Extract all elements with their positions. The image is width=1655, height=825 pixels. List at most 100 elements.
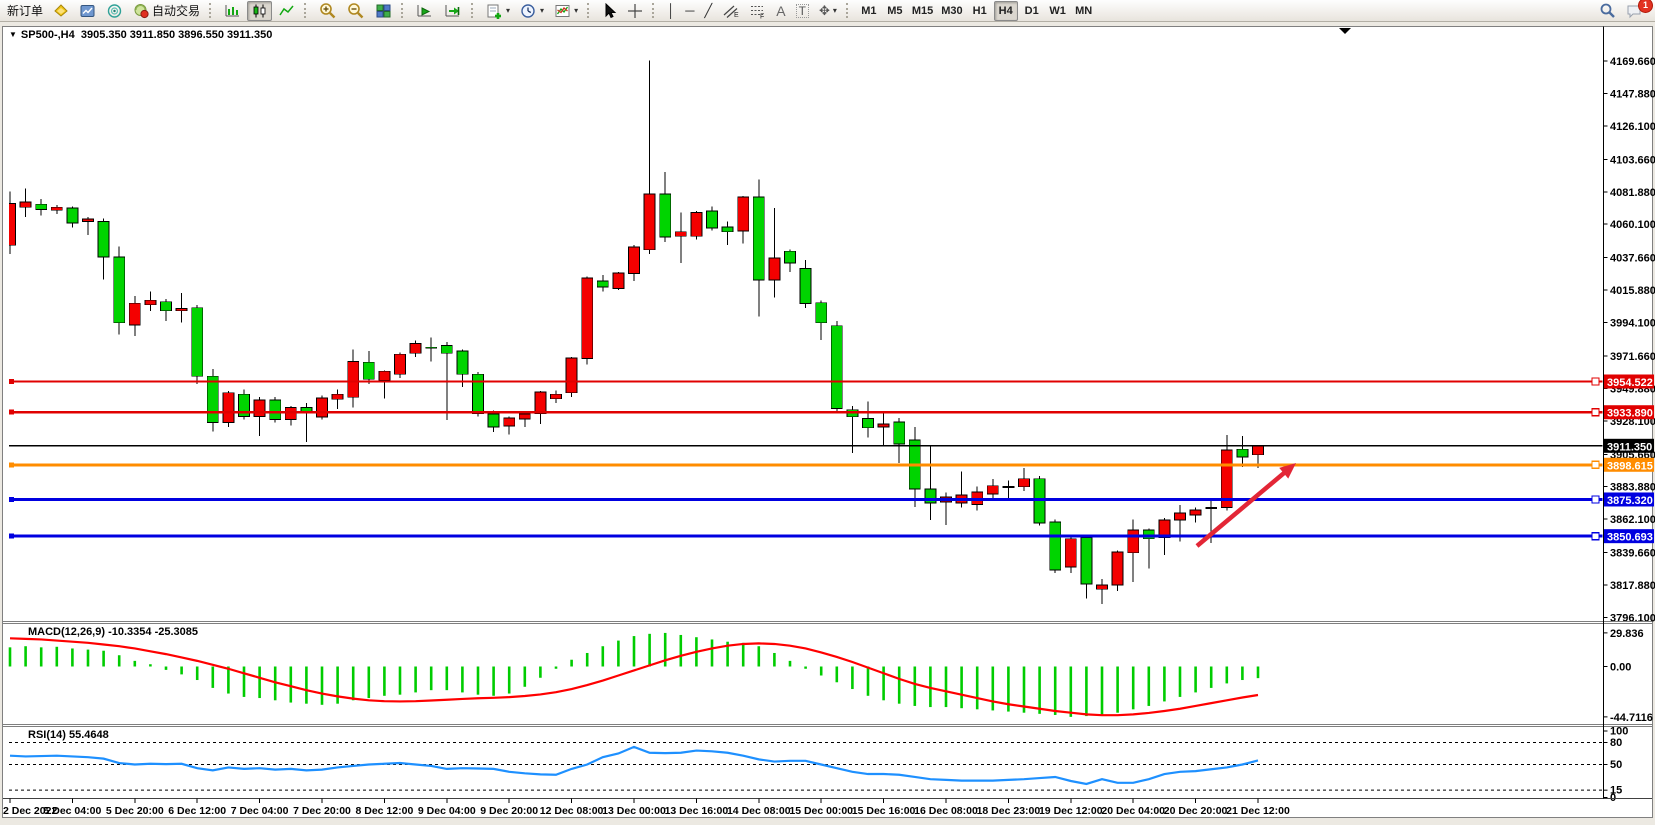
- timeframe-w1-button[interactable]: W1: [1046, 1, 1070, 21]
- candle-body: [1253, 446, 1264, 455]
- toolbar-grip: [209, 3, 215, 18]
- line-left-anchor[interactable]: [9, 534, 14, 539]
- notifications-button[interactable]: 1: [1622, 1, 1648, 21]
- collapse-arrow-icon[interactable]: ▼: [9, 30, 17, 39]
- auto-scroll-button[interactable]: [412, 1, 438, 21]
- candlestick-mode-button[interactable]: [247, 1, 272, 21]
- line-left-anchor[interactable]: [9, 379, 14, 384]
- timeframe-m5-button[interactable]: M5: [883, 1, 907, 21]
- candle-body: [675, 232, 686, 236]
- auto-trading-button[interactable]: 自动交易: [129, 1, 204, 21]
- candle-body: [629, 247, 640, 274]
- indicators-button[interactable]: ▾: [550, 1, 582, 21]
- bar-chart-mode-button[interactable]: [220, 1, 245, 21]
- svg-text:50: 50: [1610, 759, 1622, 771]
- expert-advisor-icon: [133, 3, 150, 19]
- candle-body: [519, 414, 530, 419]
- market-watch-button[interactable]: [75, 1, 100, 21]
- trendline-tool-button[interactable]: ╱: [700, 1, 716, 21]
- candle-body: [20, 202, 31, 207]
- candle-body: [36, 204, 47, 209]
- crosshair-tool-button[interactable]: [623, 1, 647, 21]
- macd-indicator-label: MACD(12,26,9) -10.3354 -25.3085: [28, 626, 198, 638]
- bar-chart-icon: [224, 3, 241, 19]
- chart-shift-button[interactable]: [440, 1, 466, 21]
- text-label-tool-button[interactable]: T: [792, 1, 813, 21]
- svg-text:3971.660: 3971.660: [1610, 351, 1655, 363]
- gold-coin-button[interactable]: [49, 1, 73, 21]
- candle-body: [878, 424, 889, 427]
- dropdown-arrow-icon: ▾: [540, 6, 544, 15]
- line-chart-mode-button[interactable]: [274, 1, 299, 21]
- line-right-anchor[interactable]: [1592, 461, 1599, 468]
- dropdown-arrow-icon: ▾: [574, 6, 578, 15]
- timeframe-m1-button[interactable]: M1: [857, 1, 881, 21]
- vertical-line-tool-button[interactable]: │: [663, 1, 679, 21]
- zoom-in-button[interactable]: [315, 1, 341, 21]
- line-left-anchor[interactable]: [9, 410, 14, 415]
- svg-text:7 Dec 04:00: 7 Dec 04:00: [231, 805, 289, 817]
- tile-windows-button[interactable]: [371, 1, 396, 21]
- channel-icon: E: [722, 3, 739, 19]
- line-left-anchor[interactable]: [9, 462, 14, 467]
- line-right-anchor[interactable]: [1592, 496, 1599, 503]
- search-button[interactable]: [1595, 1, 1620, 21]
- candle-body: [441, 346, 452, 354]
- timeframe-m30-button[interactable]: M30: [938, 1, 965, 21]
- new-order-button[interactable]: 新订单: [3, 1, 47, 21]
- candle-body: [192, 308, 203, 377]
- svg-text:4169.660: 4169.660: [1610, 56, 1655, 68]
- candle-body: [613, 273, 624, 288]
- horizontal-line-tool-button[interactable]: ─: [681, 1, 698, 21]
- fibonacci-tool-button[interactable]: F: [745, 1, 770, 21]
- candle-body: [660, 194, 671, 237]
- svg-text:4081.880: 4081.880: [1610, 187, 1655, 199]
- svg-text:5 Dec 20:00: 5 Dec 20:00: [106, 805, 164, 817]
- candle-body: [98, 221, 109, 257]
- candle-body: [769, 258, 780, 280]
- svg-text:9 Dec 20:00: 9 Dec 20:00: [480, 805, 538, 817]
- cursor-tool-button[interactable]: [598, 1, 621, 21]
- periods-button[interactable]: ▾: [516, 1, 548, 21]
- timeframe-mn-button[interactable]: MN: [1072, 1, 1096, 21]
- svg-text:5 Dec 04:00: 5 Dec 04:00: [44, 805, 102, 817]
- svg-text:14 Dec 08:00: 14 Dec 08:00: [727, 805, 791, 817]
- timeframe-m15-button[interactable]: M15: [909, 1, 936, 21]
- candle-body: [551, 394, 562, 398]
- channel-tool-button[interactable]: E: [718, 1, 743, 21]
- tile-windows-icon: [375, 3, 392, 19]
- rsi-indicator-label: RSI(14) 55.4648: [28, 729, 109, 741]
- zoom-out-button[interactable]: [343, 1, 369, 21]
- text-tool-button[interactable]: A: [772, 1, 789, 21]
- candle-body: [129, 303, 140, 325]
- svg-text:29.836: 29.836: [1610, 628, 1644, 640]
- line-left-anchor[interactable]: [9, 497, 14, 502]
- svg-text:4015.880: 4015.880: [1610, 285, 1655, 297]
- line-right-anchor[interactable]: [1592, 378, 1599, 385]
- line-right-anchor[interactable]: [1592, 533, 1599, 540]
- candle-body: [691, 212, 702, 236]
- line-right-anchor[interactable]: [1592, 409, 1599, 416]
- candle-body: [114, 257, 125, 323]
- arrows-tool-button[interactable]: ✥ ▾: [815, 1, 841, 21]
- svg-text:3911.350: 3911.350: [1607, 441, 1652, 453]
- svg-text:3839.660: 3839.660: [1610, 548, 1655, 560]
- toolbar-grip: [401, 3, 407, 18]
- timeframe-d1-button[interactable]: D1: [1020, 1, 1044, 21]
- svg-text:8 Dec 12:00: 8 Dec 12:00: [356, 805, 414, 817]
- chart-canvas[interactable]: 4169.6604147.8804126.1004103.6604081.880…: [0, 0, 1655, 825]
- rsi-value: 55.4648: [69, 729, 109, 741]
- toolbar: 新订单 自动交易: [0, 0, 1655, 22]
- candle-body: [1175, 513, 1186, 520]
- new-chart-icon: [486, 3, 503, 19]
- new-chart-button[interactable]: ▾: [482, 1, 514, 21]
- timeframe-h4-button[interactable]: H4: [994, 1, 1018, 21]
- auto-scroll-icon: [416, 3, 434, 19]
- timeframe-h1-button[interactable]: H1: [968, 1, 992, 21]
- data-window-button[interactable]: [102, 1, 127, 21]
- svg-text:-44.7116: -44.7116: [1610, 712, 1653, 724]
- candle-body: [504, 418, 515, 426]
- cursor-icon: [602, 3, 617, 19]
- vline-icon: │: [667, 4, 675, 17]
- candle-body: [1128, 530, 1139, 553]
